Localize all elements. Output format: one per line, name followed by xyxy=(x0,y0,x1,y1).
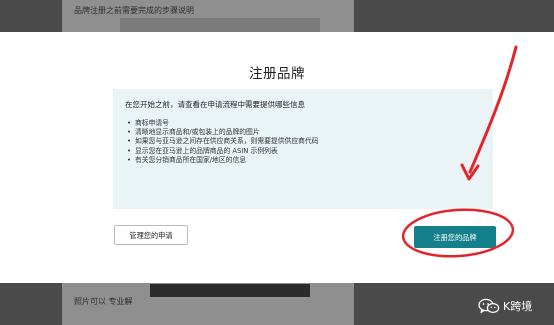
list-item: 有关您分销商品所在国家/地区的信息 xyxy=(127,156,481,165)
manage-application-button[interactable]: 管理您的申请 xyxy=(114,225,188,245)
requirements-list: 商标申请号 清晰地显示商品和/或包装上的品牌的图片 如果您与亚马逊之间存在供应商… xyxy=(125,119,481,165)
watermark-text: K跨境 xyxy=(503,300,533,313)
list-item: 显示您在亚马逊上的品牌商品的 ASIN 示例列表 xyxy=(127,147,481,156)
list-item: 如果您与亚马逊之间存在供应商关系，则需要提供供应商代码 xyxy=(127,137,481,146)
background-top-text: 品牌注册之前需要完成的步骤说明 xyxy=(74,6,194,15)
list-item: 商标申请号 xyxy=(127,119,481,128)
background-photo-lower xyxy=(150,284,310,297)
info-heading: 在您开始之前，请查看在申请流程中需要提供哪些信息 xyxy=(125,100,305,109)
register-brand-button[interactable]: 注册您的品牌 xyxy=(414,226,496,248)
modal-title: 注册品牌 xyxy=(249,66,305,82)
background-bottom-text: 照片可以 专业解 xyxy=(74,297,133,306)
wechat-icon xyxy=(478,298,500,314)
register-brand-modal: 注册品牌 在您开始之前，请查看在申请流程中需要提供哪些信息 商标申请号 清晰地显… xyxy=(0,32,554,283)
watermark: K跨境 xyxy=(478,296,532,316)
info-box: 在您开始之前，请查看在申请流程中需要提供哪些信息 商标申请号 清晰地显示商品和/… xyxy=(113,89,493,209)
